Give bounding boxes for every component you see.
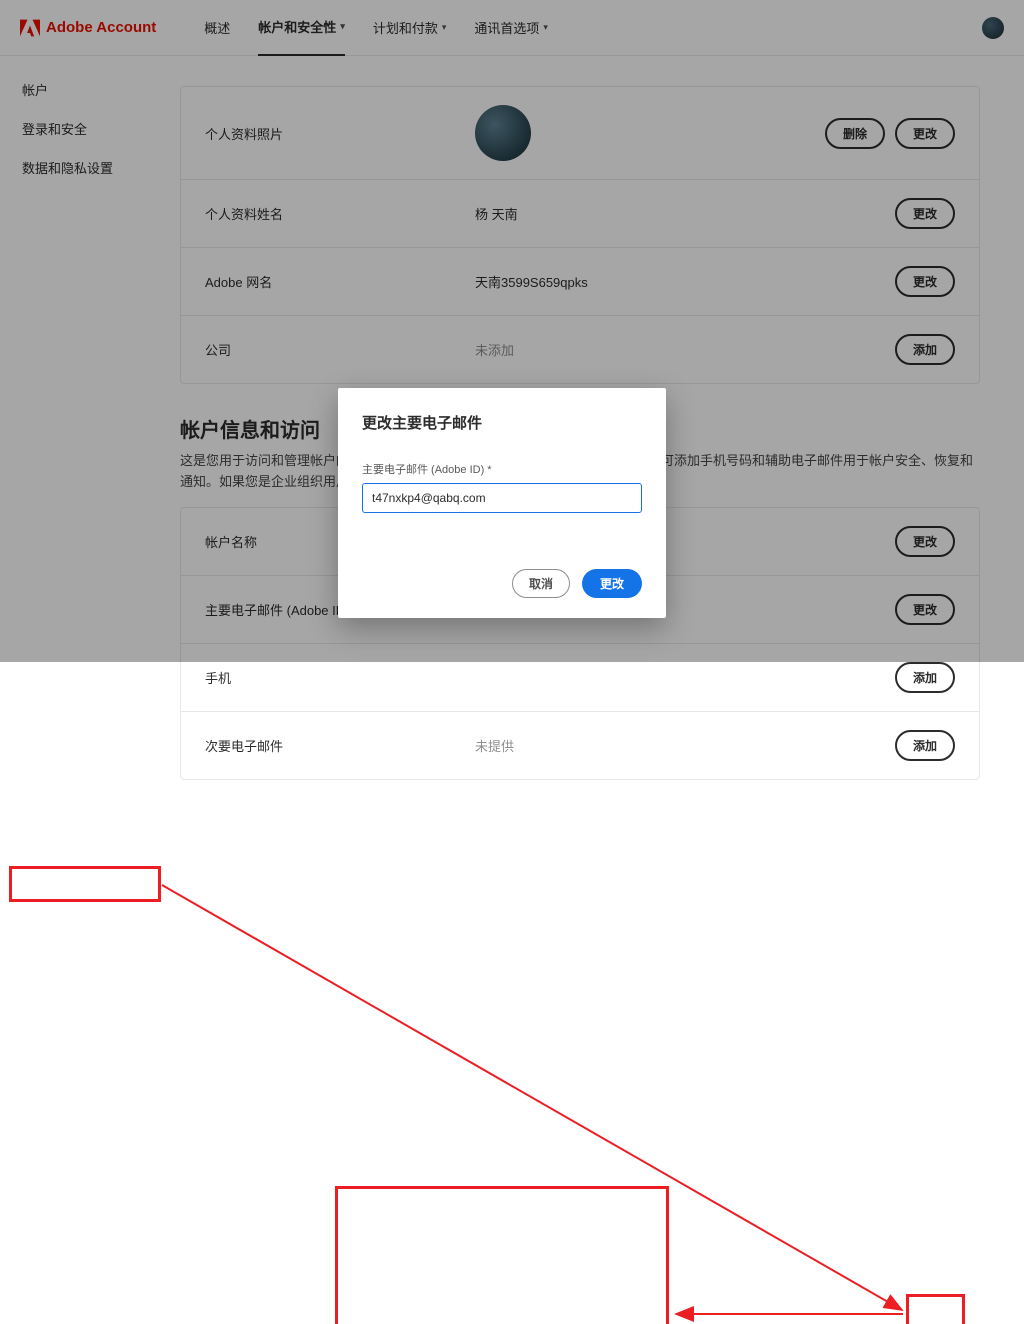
annotation-box-modal (335, 1186, 669, 1324)
secondary-email-value: 未提供 (475, 736, 895, 755)
primary-email-input[interactable] (362, 483, 642, 513)
annotation-box-change-button (906, 1294, 965, 1324)
row-secondary-email: 次要电子邮件 未提供 添加 (181, 712, 979, 779)
add-phone-button[interactable]: 添加 (895, 662, 955, 693)
add-secondary-email-button[interactable]: 添加 (895, 730, 955, 761)
cancel-button[interactable]: 取消 (512, 569, 570, 598)
field-label: 主要电子邮件 (Adobe ID) * (362, 461, 642, 477)
annotation-box-sidebar (9, 866, 161, 902)
change-email-modal: 更改主要电子邮件 主要电子邮件 (Adobe ID) * 取消 更改 (338, 388, 666, 618)
annotation-arrows (0, 800, 1024, 1324)
modal-title: 更改主要电子邮件 (362, 412, 642, 433)
confirm-change-button[interactable]: 更改 (582, 569, 642, 598)
